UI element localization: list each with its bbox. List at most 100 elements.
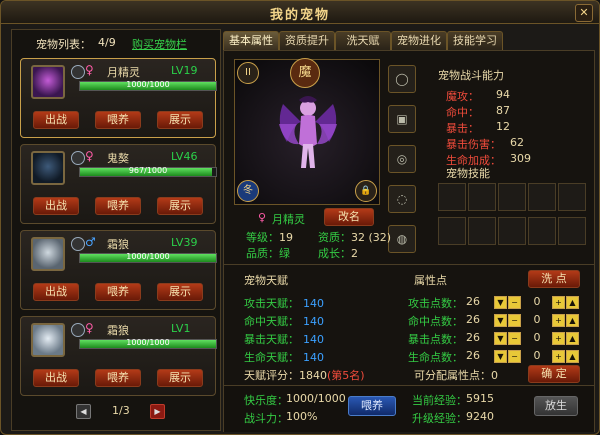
- talent-label: 生命天赋：: [244, 351, 299, 364]
- pet-portrait[interactable]: [31, 323, 65, 357]
- skill-slot[interactable]: [558, 217, 586, 245]
- pet-card[interactable]: ♀ 月精灵 LV19 1000/1000 出战 喂养 展示: [20, 58, 217, 138]
- equip-slot-necklace[interactable]: ◌: [388, 185, 416, 213]
- min-arrow-icon[interactable]: ▼: [494, 314, 507, 327]
- pet-card[interactable]: ♀ 鬼獒 LV46 967/1000 出战 喂养 展示: [20, 144, 217, 224]
- aptitude-label: 资质：: [318, 231, 351, 244]
- lock-icon[interactable]: 🔒: [355, 180, 377, 202]
- tab-wash-talent[interactable]: 洗天赋: [335, 31, 391, 50]
- pet-portrait[interactable]: [31, 151, 65, 185]
- skill-slot[interactable]: [438, 183, 466, 211]
- happiness-label: 快乐度：: [244, 394, 288, 407]
- skill-slot[interactable]: [468, 217, 496, 245]
- pet-level: LV19: [171, 64, 198, 77]
- buy-slot-link[interactable]: 购买宠物栏: [132, 36, 187, 52]
- power-label: 战斗力：: [244, 412, 288, 425]
- prev-page-button[interactable]: ◀: [76, 404, 91, 419]
- hp-bar: 1000/1000: [79, 252, 217, 263]
- min-arrow-icon[interactable]: ▼: [494, 350, 507, 363]
- feed-button[interactable]: 喂养: [95, 283, 141, 301]
- close-button[interactable]: ✕: [575, 4, 593, 22]
- minus-button[interactable]: −: [508, 314, 521, 327]
- stat-row: 命中： 87: [438, 104, 588, 120]
- magic-type-badge: 魔: [290, 58, 320, 88]
- confirm-button[interactable]: 确 定: [528, 365, 580, 383]
- equip-slot-ring[interactable]: ◯: [388, 65, 416, 93]
- talent-value: 140: [303, 333, 324, 346]
- skill-slot[interactable]: [558, 183, 586, 211]
- title-bar: 我的宠物 ✕: [1, 1, 599, 24]
- skill-slot[interactable]: [528, 217, 556, 245]
- pet-portrait[interactable]: [31, 65, 65, 99]
- pet-card[interactable]: ♀ 霜狼 LV1 1000/1000 出战 喂养 展示: [20, 316, 217, 396]
- minus-button[interactable]: −: [508, 332, 521, 345]
- hp-bar: 1000/1000: [79, 338, 217, 349]
- minus-button[interactable]: −: [508, 350, 521, 363]
- status-bar: 快乐度： 1000/1000 战斗力： 100% 喂养 当前经验： 5915 升…: [224, 385, 594, 432]
- level-up-exp-label: 升级经验：: [412, 412, 467, 425]
- page-indicator: 1/3: [112, 404, 130, 417]
- plus-button[interactable]: +: [552, 332, 565, 345]
- pet-model-view: II 魔 冬 🔒: [234, 58, 380, 205]
- fight-button[interactable]: 出战: [33, 369, 79, 387]
- show-button[interactable]: 展示: [157, 197, 203, 215]
- tab-skill-learning[interactable]: 技能学习: [447, 31, 503, 50]
- allocatable-label: 可分配属性点：: [414, 369, 491, 382]
- tab-pet-evolution[interactable]: 宠物进化: [391, 31, 447, 50]
- current-exp-label: 当前经验：: [412, 394, 467, 407]
- pet-card[interactable]: ♂ 霜狼 LV39 1000/1000 出战 喂养 展示: [20, 230, 217, 310]
- feed-button[interactable]: 喂养: [95, 369, 141, 387]
- add-value: 0: [533, 313, 541, 326]
- section-divider: [224, 264, 594, 265]
- rename-button[interactable]: 改名: [324, 208, 374, 226]
- stat-label: 暴击伤害：: [446, 138, 501, 151]
- skill-slot[interactable]: [498, 217, 526, 245]
- max-arrow-icon[interactable]: ▲: [566, 350, 579, 363]
- max-arrow-icon[interactable]: ▲: [566, 314, 579, 327]
- tab-aptitude-upgrade[interactable]: 资质提升: [279, 31, 335, 50]
- skill-slot[interactable]: [528, 183, 556, 211]
- release-pet-button[interactable]: 放生: [534, 396, 578, 416]
- plus-button[interactable]: +: [552, 350, 565, 363]
- equip-slot-amulet[interactable]: ◍: [388, 225, 416, 253]
- stat-label: 暴击：: [446, 122, 479, 135]
- female-icon: ♀: [258, 211, 267, 224]
- pet-portrait[interactable]: [31, 237, 65, 271]
- skill-slot[interactable]: [468, 183, 496, 211]
- skill-slot[interactable]: [438, 217, 466, 245]
- min-arrow-icon[interactable]: ▼: [494, 332, 507, 345]
- combat-stats: 宠物战斗能力 魔攻： 94 命中： 87 暴击： 12 暴击伤害： 62 生命加成： 30…: [438, 67, 588, 168]
- show-button[interactable]: 展示: [157, 111, 203, 129]
- allocatable-points: 可分配属性点：0: [414, 367, 498, 383]
- skill-slot[interactable]: [498, 183, 526, 211]
- show-button[interactable]: 展示: [157, 369, 203, 387]
- pet-detail-panel: II 魔 冬 🔒 ◯ ▣ ◎ ◌ ◍ 宠物战斗能力 魔攻： 94 命中： 87 暴击…: [223, 50, 595, 432]
- feed-button[interactable]: 喂养: [95, 111, 141, 129]
- fight-button[interactable]: 出战: [33, 197, 79, 215]
- plus-button[interactable]: +: [552, 314, 565, 327]
- next-page-button[interactable]: ▶: [150, 404, 165, 419]
- max-arrow-icon[interactable]: ▲: [566, 296, 579, 309]
- pet-name: 鬼獒: [107, 152, 129, 165]
- wash-points-button[interactable]: 洗 点: [528, 270, 580, 288]
- show-button[interactable]: 展示: [157, 283, 203, 301]
- equip-slot-charm[interactable]: ◎: [388, 145, 416, 173]
- equip-slot-armor[interactable]: ▣: [388, 105, 416, 133]
- feed-button[interactable]: 喂养: [95, 197, 141, 215]
- plus-button[interactable]: +: [552, 296, 565, 309]
- max-arrow-icon[interactable]: ▲: [566, 332, 579, 345]
- point-row: 命中点数： 26: [408, 313, 480, 329]
- quality-row: 品质：绿: [246, 245, 290, 261]
- feed-pet-button[interactable]: 喂养: [348, 396, 396, 416]
- point-label: 攻击点数：: [408, 297, 463, 310]
- add-value: 0: [533, 331, 541, 344]
- fight-button[interactable]: 出战: [33, 111, 79, 129]
- minus-button[interactable]: −: [508, 296, 521, 309]
- fight-button[interactable]: 出战: [33, 283, 79, 301]
- stat-value: 309: [510, 152, 531, 165]
- pause-icon[interactable]: II: [237, 62, 259, 84]
- min-arrow-icon[interactable]: ▼: [494, 296, 507, 309]
- tab-basic-attributes[interactable]: 基本属性: [223, 31, 279, 50]
- pet-skills-title: 宠物技能: [446, 167, 490, 180]
- point-row: 生命点数： 26: [408, 349, 480, 365]
